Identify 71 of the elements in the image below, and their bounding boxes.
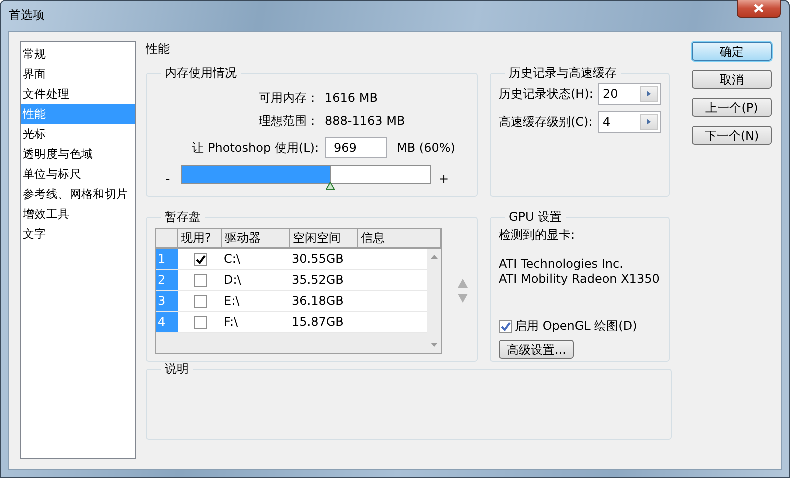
opengl-checkbox[interactable] xyxy=(499,320,512,332)
sidebar-item[interactable]: 文字 xyxy=(21,224,135,244)
window-title: 首选项 xyxy=(9,7,45,24)
slider-track[interactable] xyxy=(181,165,431,184)
column-header: 信息 xyxy=(358,229,441,248)
gpu-name: ATI Technologies Inc. xyxy=(499,257,624,272)
column-header: 现用? xyxy=(178,229,222,248)
move-down-icon xyxy=(458,294,468,303)
gpu-name: ATI Mobility Radeon X1350 xyxy=(499,272,661,287)
active-checkbox[interactable] xyxy=(194,294,207,308)
sidebar-item[interactable]: 文件处理 xyxy=(21,84,135,104)
dialog-button[interactable]: 确定 xyxy=(692,42,772,61)
plus-label: + xyxy=(438,170,450,188)
arrow-right-icon xyxy=(646,91,652,97)
row-number: 1 xyxy=(156,249,178,269)
arrow-right-icon xyxy=(646,119,652,125)
field-label: 让 Photoshop 使用(L): xyxy=(191,140,320,156)
check-icon xyxy=(500,322,510,330)
table-cell-text: D:\ xyxy=(223,272,242,289)
spin-button[interactable] xyxy=(640,86,658,102)
slider-thumb[interactable] xyxy=(326,182,335,190)
active-checkbox[interactable] xyxy=(194,252,207,266)
dialog-button[interactable]: 取消 xyxy=(692,70,772,89)
sidebar-item[interactable]: 界面 xyxy=(21,64,135,84)
field-label: 可用内存： xyxy=(258,90,320,106)
active-checkbox[interactable] xyxy=(194,274,207,286)
checkbox-label: 启用 OpenGL 绘图(D) xyxy=(515,318,638,335)
table-cell-text: 30.55GB xyxy=(291,251,345,268)
section-title: 性能 xyxy=(146,41,171,58)
group-title: 说明 xyxy=(164,362,190,376)
advanced-settings-button[interactable]: 高级设置... xyxy=(499,340,574,359)
row-number: 2 xyxy=(156,270,178,290)
row-number: 4 xyxy=(156,312,178,332)
field-label: 检测到的显卡: xyxy=(499,227,576,244)
check-icon xyxy=(196,254,206,264)
table-cell-text: E:\ xyxy=(223,293,241,310)
sidebar-item[interactable]: 常规 xyxy=(21,44,135,64)
table-cell-text: 15.87GB xyxy=(291,314,345,331)
table-cell-text: 36.18GB xyxy=(291,293,345,310)
scroll-up-icon xyxy=(430,255,438,259)
move-up-icon xyxy=(458,279,468,288)
group-title: 暂存盘 xyxy=(164,210,202,224)
spin-button[interactable] xyxy=(640,114,658,130)
table-cell-text: F:\ xyxy=(223,314,240,331)
dialog-button[interactable]: 下一个(N) xyxy=(692,126,772,145)
table-cell-text: C:\ xyxy=(223,251,242,268)
group-title: 内存使用情况 xyxy=(164,66,238,80)
field-label: 高速缓存级别(C): xyxy=(499,114,594,131)
unit-label: MB (60%) xyxy=(397,140,456,156)
memory-input[interactable]: 969 xyxy=(325,137,387,158)
minus-label: - xyxy=(164,170,172,188)
close-button[interactable] xyxy=(737,0,781,18)
row-number: 3 xyxy=(156,291,178,311)
sidebar-item[interactable]: 单位与标尺 xyxy=(21,164,135,184)
group-title: 历史记录与高速缓存 xyxy=(508,66,618,80)
sidebar-item[interactable]: 参考线、网格和切片 xyxy=(21,184,135,204)
column-header: 驱动器 xyxy=(222,229,290,248)
sidebar-item[interactable]: 透明度与色域 xyxy=(21,144,135,164)
sidebar-item[interactable]: 光标 xyxy=(21,124,135,144)
column-header: 空闲空间 xyxy=(290,229,358,248)
close-icon xyxy=(753,2,765,14)
field-label: 理想范围： xyxy=(258,112,320,130)
field-value: 1616 MB xyxy=(325,90,378,106)
sidebar-item[interactable]: 增效工具 xyxy=(21,204,135,224)
dialog-button[interactable]: 上一个(P) xyxy=(692,98,772,117)
active-checkbox[interactable] xyxy=(194,316,207,328)
group-title: GPU 设置 xyxy=(508,210,564,224)
scroll-down-icon xyxy=(430,343,438,347)
table-cell-text: 35.52GB xyxy=(291,272,345,289)
field-label: 历史记录状态(H): xyxy=(499,86,594,103)
field-value: 888-1163 MB xyxy=(325,112,406,130)
